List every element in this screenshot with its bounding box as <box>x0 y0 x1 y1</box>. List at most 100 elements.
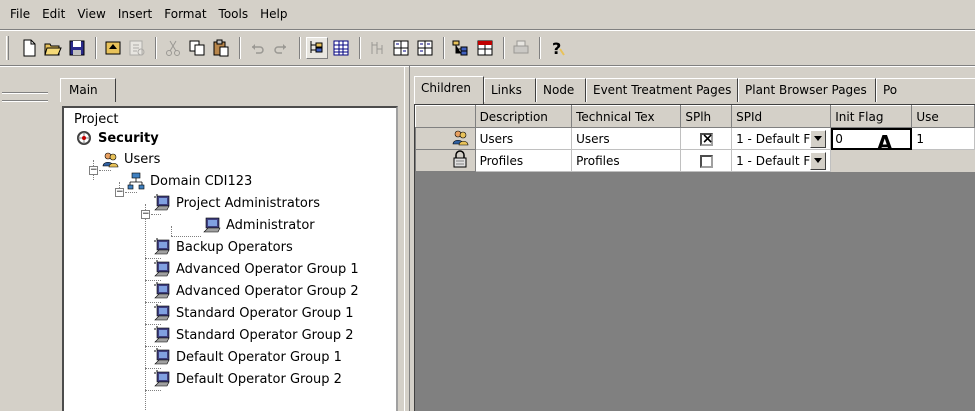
cell-splh[interactable] <box>680 149 733 172</box>
tab-main[interactable]: Main <box>60 78 116 102</box>
grid-view-icon[interactable] <box>330 37 352 59</box>
panel-splitter[interactable] <box>404 66 410 411</box>
menu-tools[interactable]: Tools <box>213 0 255 28</box>
toolbar-separator <box>299 37 301 59</box>
cell-description[interactable]: Users <box>475 127 573 150</box>
security-icon <box>74 129 94 147</box>
column-header-spid[interactable]: SPId <box>731 105 832 128</box>
tree-item-default-operator-group-2[interactable]: Default Operator Group 2 <box>152 368 342 390</box>
cell-description[interactable]: Profiles <box>475 149 573 172</box>
tree-item-backup-operators[interactable]: Backup Operators <box>152 236 293 258</box>
menu-insert[interactable]: Insert <box>112 0 158 28</box>
paste-icon[interactable] <box>210 37 232 59</box>
tree-item-advanced-operator-group-1[interactable]: Advanced Operator Group 1 <box>152 258 359 280</box>
open-icon[interactable] <box>42 37 64 59</box>
group-icon <box>152 260 172 278</box>
menu-file[interactable]: File <box>4 0 36 28</box>
row-header[interactable] <box>415 149 476 172</box>
up-level-icon[interactable] <box>102 37 124 59</box>
cell-spid[interactable]: 1 - Default F <box>731 149 832 172</box>
help-icon[interactable]: ? <box>546 37 568 59</box>
toolbar-separator <box>239 37 241 59</box>
tree-item-domain[interactable]: Domain CDI123 <box>126 170 252 192</box>
toolbar-divider <box>0 65 975 67</box>
tree-item-label: Standard Operator Group 2 <box>176 327 354 343</box>
save-icon[interactable] <box>66 37 88 59</box>
tab-event-treatment-pages[interactable]: Event Treatment Pages <box>586 78 738 102</box>
tree-item-label: Security <box>98 130 159 146</box>
toolbar-separator <box>539 37 541 59</box>
tree-item-label: Default Operator Group 2 <box>176 371 342 387</box>
cell-technical-text[interactable]: Profiles <box>571 149 682 172</box>
cut-icon[interactable] <box>162 37 184 59</box>
table-icon[interactable] <box>474 37 496 59</box>
column-header-use[interactable]: Use <box>911 105 975 128</box>
menu-format[interactable]: Format <box>158 0 212 28</box>
node-icon[interactable] <box>366 37 388 59</box>
cell-use[interactable] <box>911 149 975 172</box>
splh-checkbox[interactable] <box>699 154 713 168</box>
tree-item-security[interactable]: Security <box>74 127 159 149</box>
users-icon <box>100 150 120 168</box>
cell-splh[interactable] <box>680 127 733 150</box>
toolbar-grip[interactable] <box>6 36 9 60</box>
toolbar-separator <box>155 37 157 59</box>
cell-init-flag[interactable] <box>830 149 912 172</box>
tree-item-default-operator-group-1[interactable]: Default Operator Group 1 <box>152 346 342 368</box>
tree-item-label: Project Administrators <box>176 195 321 211</box>
chevron-down-icon[interactable] <box>810 151 827 170</box>
collapse-domain-toggle[interactable]: − <box>115 188 124 197</box>
toolbar: ? <box>0 32 975 64</box>
svg-text:?: ? <box>552 39 561 57</box>
tab-label: Children <box>421 81 471 95</box>
column-header-description[interactable]: Description <box>474 105 573 128</box>
copy-icon[interactable] <box>186 37 208 59</box>
collapse-icon[interactable] <box>414 37 436 59</box>
tree-item-advanced-operator-group-2[interactable]: Advanced Operator Group 2 <box>152 280 359 302</box>
cell-init-flag[interactable]: 0 <box>830 127 913 150</box>
tree-item-standard-operator-group-2[interactable]: Standard Operator Group 2 <box>152 324 354 346</box>
tree-item-administrator[interactable]: Administrator <box>202 214 315 236</box>
undo-icon[interactable] <box>246 37 268 59</box>
tree-view-icon[interactable] <box>306 37 328 59</box>
collapse-users-toggle[interactable]: − <box>89 166 98 175</box>
project-tree[interactable]: − − − Project Security Users Domain CDI1… <box>62 106 398 411</box>
properties-icon[interactable] <box>126 37 148 59</box>
tree-item-label: Default Operator Group 1 <box>176 349 342 365</box>
menu-help[interactable]: Help <box>254 0 293 28</box>
tab-po[interactable]: Po <box>876 78 975 102</box>
tree-item-users[interactable]: Users <box>100 148 160 170</box>
tree-item-label: Advanced Operator Group 2 <box>176 283 359 299</box>
cell-use[interactable]: 1 <box>911 127 975 150</box>
tab-plant-browser-pages[interactable]: Plant Browser Pages <box>738 78 876 102</box>
grid-corner-header[interactable] <box>415 105 476 128</box>
print-icon[interactable] <box>510 37 532 59</box>
column-header-splh[interactable]: SPlh <box>680 105 733 128</box>
tab-children[interactable]: Children <box>414 76 484 104</box>
lock-icon <box>451 150 469 171</box>
tree-item-standard-operator-group-1[interactable]: Standard Operator Group 1 <box>152 302 354 324</box>
toolbar-separator <box>443 37 445 59</box>
chevron-down-icon[interactable] <box>810 129 827 148</box>
annotation-marker: A <box>877 131 893 155</box>
menu-bar: File Edit View Insert Format Tools Help <box>0 0 975 28</box>
toolbar-separator <box>503 37 505 59</box>
tree-item-project-administrators[interactable]: Project Administrators <box>152 192 320 214</box>
redo-icon[interactable] <box>270 37 292 59</box>
group-icon <box>152 348 172 366</box>
hierarchy-icon[interactable] <box>450 37 472 59</box>
toolbar-separator <box>359 37 361 59</box>
tab-links[interactable]: Links <box>484 78 536 102</box>
menu-edit[interactable]: Edit <box>36 0 71 28</box>
column-header-init-flag[interactable]: Init Flag <box>830 105 913 128</box>
collapse-project-admins-toggle[interactable]: − <box>141 210 150 219</box>
column-header-technical-text[interactable]: Technical Tex <box>571 105 682 128</box>
expand-icon[interactable] <box>390 37 412 59</box>
cell-technical-text[interactable]: Users <box>571 127 682 150</box>
cell-spid[interactable]: 1 - Default F <box>731 127 832 150</box>
row-header[interactable] <box>415 127 476 150</box>
new-icon[interactable] <box>18 37 40 59</box>
tab-node[interactable]: Node <box>536 78 586 102</box>
splh-checkbox[interactable] <box>699 131 713 147</box>
menu-view[interactable]: View <box>71 0 111 28</box>
